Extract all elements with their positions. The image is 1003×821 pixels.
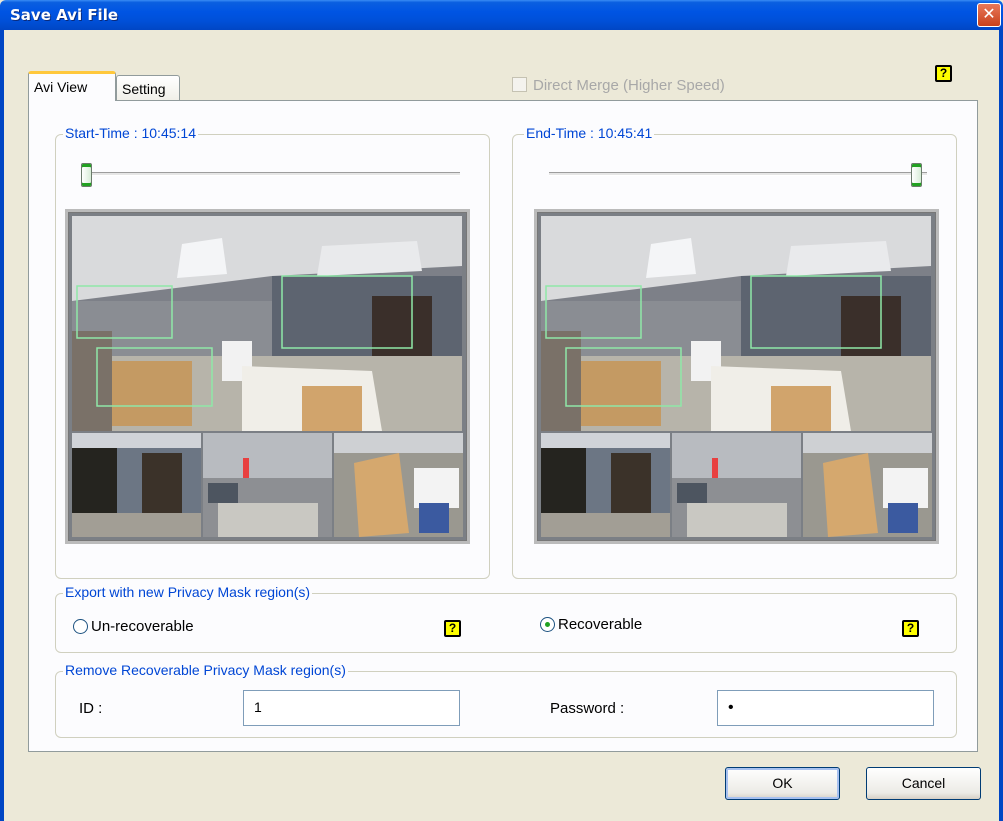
tab-setting[interactable]: Setting [116,75,180,101]
help-icon[interactable]: ? [935,65,952,82]
direct-merge-checkbox[interactable]: Direct Merge (Higher Speed) [512,77,725,94]
end-time-slider-handle[interactable] [911,163,922,187]
radio-icon [540,617,555,632]
start-time-group: Start-Time : 10:45:14 [55,125,490,579]
title-bar: Save Avi File ✕ [0,0,1003,30]
window-title: Save Avi File [10,6,119,24]
end-video-preview [534,209,939,544]
un-recoverable-radio[interactable]: Un-recoverable [73,618,194,635]
end-time-slider-track[interactable] [549,172,927,176]
camera-sub-view-3 [334,433,463,537]
close-icon: ✕ [982,6,996,23]
ok-button[interactable]: OK [725,767,840,800]
camera-sub-view-3 [803,433,932,537]
remove-mask-group: Remove Recoverable Privacy Mask region(s… [55,662,957,738]
remove-mask-legend: Remove Recoverable Privacy Mask region(s… [63,662,348,678]
tab-label: Avi View [34,79,88,95]
window-frame-right [999,30,1003,821]
id-input[interactable]: 1 [243,690,460,726]
end-time-group: End-Time : 10:45:41 [512,125,957,579]
password-label: Password : [550,700,625,717]
avi-view-panel: Start-Time : 10:45:14 End-Time: 10:45:4… [28,100,978,752]
camera-sub-view-2 [672,433,801,537]
window-frame-left [0,30,4,821]
recoverable-label: Recoverable [558,616,643,633]
recoverable-radio[interactable]: Recoverable [540,616,642,633]
start-time-slider-track[interactable] [85,172,460,176]
radio-icon [73,619,88,634]
checkbox-icon [512,77,527,92]
un-recoverable-label: Un-recoverable [91,618,194,635]
privacy-export-legend: Export with new Privacy Mask region(s) [63,584,313,600]
camera-main-view [72,216,462,431]
direct-merge-label: Direct Merge (Higher Speed) [533,77,725,94]
password-input[interactable]: • [717,690,934,726]
help-icon[interactable]: ? [444,620,461,637]
help-icon[interactable]: ? [902,620,919,637]
camera-sub-view-2 [203,433,332,537]
id-label: ID : [79,700,103,717]
cancel-button[interactable]: Cancel [866,767,981,800]
start-time-slider-handle[interactable] [81,163,92,187]
camera-sub-view-1 [541,433,670,537]
tab-avi-view[interactable]: Avi View [28,71,116,101]
end-time-label: End-Time : 10:45:41 [524,125,655,141]
camera-sub-view-1 [72,433,201,537]
camera-main-view [541,216,931,431]
privacy-export-group: Export with new Privacy Mask region(s) U… [55,584,957,653]
start-video-preview [65,209,470,544]
tab-label: Setting [122,81,166,97]
start-time-label: Start-Time : 10:45:14 [63,125,198,141]
close-button[interactable]: ✕ [977,3,1001,27]
